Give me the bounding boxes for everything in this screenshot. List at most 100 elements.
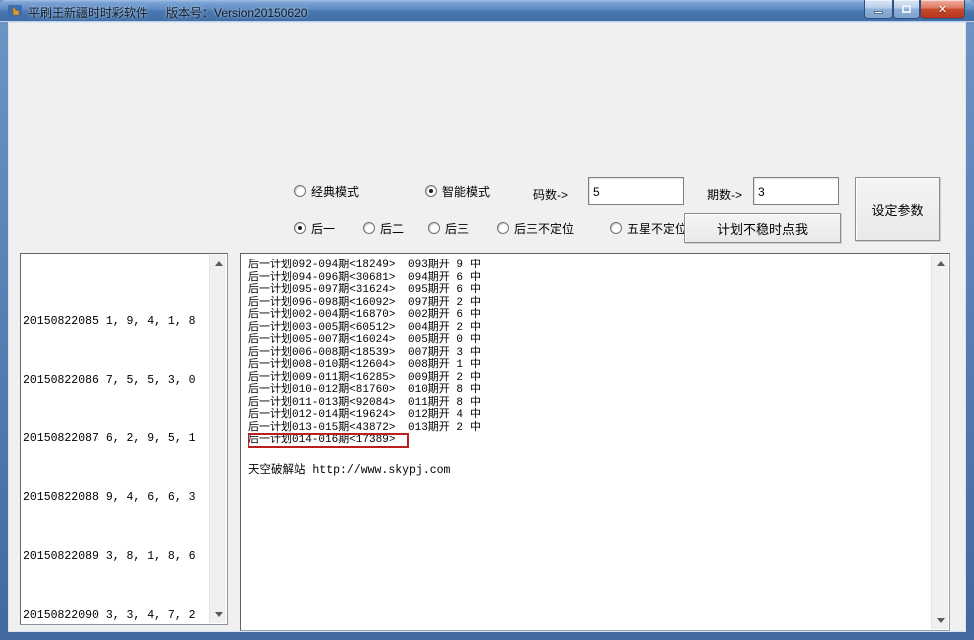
radio-button-icon[interactable] [294,222,306,234]
plan-open-cell: 005期开 0 [408,334,470,347]
plan-hit-cell: 中 [470,284,481,297]
plan-row: 后一计划094-096期<30681> 094期开 6 中 [248,272,929,285]
radio-button-icon[interactable] [294,185,306,197]
draw-history-row[interactable]: 20150822086 7, 5, 5, 3, 0 [23,374,208,389]
plan-row: 后一计划092-094期<18249> 093期开 9 中 [248,259,929,272]
plan-open-cell: 007期开 3 [408,347,470,360]
plan-range-cell: 后一计划008-010期<12604> [248,359,408,372]
plan-range-cell: 后一计划003-005期<60512> [248,322,408,335]
titlebar[interactable]: 平刷王新疆时时彩软件 版本号：Version20150620 ✕ [0,0,974,22]
plan-range-cell: 后一计划006-008期<18539> [248,347,408,360]
set-params-button[interactable]: 设定参数 [855,177,940,241]
radio-button-icon[interactable] [363,222,375,234]
play-type-radio-option[interactable]: 五星不定位 [610,221,687,235]
plan-row: 后一计划010-012期<81760> 010期开 8 中 [248,384,929,397]
plan-range-cell: 后一计划094-096期<30681> [248,272,408,285]
plan-row: 后一计划005-007期<16024> 005期开 0 中 [248,334,929,347]
plan-range-cell: 后一计划095-097期<31624> [248,284,408,297]
plan-open-cell: 008期开 1 [408,359,470,372]
play-type-radio-option[interactable]: 后一 [294,221,335,235]
scroll-down-icon[interactable] [210,606,227,623]
period-count-input[interactable] [753,177,839,205]
radio-button-icon[interactable] [425,185,437,197]
plan-row: 后一计划003-005期<60512> 004期开 2 中 [248,322,929,335]
plan-rows: 后一计划092-094期<18249> 093期开 9 中 后一计划094-09… [248,259,929,447]
code-count-input[interactable] [588,177,684,205]
plan-output-panel[interactable]: 后一计划092-094期<18249> 093期开 9 中 后一计划094-09… [240,253,950,631]
mode-radio-option[interactable]: 智能模式 [425,184,490,198]
app-window: { "window": { "title": "平刷王新疆时时彩软件", "ve… [0,0,974,640]
plan-range-cell: 后一计划096-098期<16092> [248,297,408,310]
plan-row: 后一计划011-013期<92084> 011期开 8 中 [248,397,929,410]
plan-open-cell: 093期开 9 [408,259,470,272]
app-icon [7,3,23,19]
plan-open-cell: 012期开 4 [408,409,470,422]
radio-label: 后二 [380,220,404,237]
close-icon: ✕ [938,3,947,16]
plan-range-cell: 后一计划009-011期<16285> [248,372,408,385]
plan-scrollbar[interactable] [931,255,948,629]
plan-hit-cell: 中 [470,384,481,397]
radio-button-icon[interactable] [497,222,509,234]
app-title: 平刷王新疆时时彩软件 [28,6,148,20]
close-button[interactable]: ✕ [920,0,965,19]
plan-open-cell: 013期开 2 [408,422,470,435]
plan-row: 后一计划008-010期<12604> 008期开 1 中 [248,359,929,372]
play-type-radio-option[interactable]: 后三不定位 [497,221,574,235]
minimize-button[interactable] [864,0,893,19]
plan-open-cell: 004期开 2 [408,322,470,335]
scroll-up-icon[interactable] [932,255,949,272]
draw-history-row[interactable]: 20150822085 1, 9, 4, 1, 8 [23,315,208,330]
radio-label: 后三 [445,220,469,237]
plan-hit-cell: 中 [470,259,481,272]
plan-hit-cell: 中 [470,397,481,410]
plan-hit-cell: 中 [470,359,481,372]
draw-history-row[interactable]: 20150822090 3, 3, 4, 7, 2 [23,609,208,622]
plan-row: 后一计划006-008期<18539> 007期开 3 中 [248,347,929,360]
plan-range-cell: 后一计划005-007期<16024> [248,334,408,347]
code-count-label: 码数-> [533,186,568,203]
radio-label: 经典模式 [311,183,359,200]
version-label: 版本号：Version20150620 [166,6,307,20]
play-type-radio-option[interactable]: 后二 [363,221,404,235]
plan-unstable-button[interactable]: 计划不稳时点我 [684,213,841,243]
plan-range-cell: 后一计划002-004期<16870> [248,309,408,322]
radio-button-icon[interactable] [428,222,440,234]
radio-button-icon[interactable] [610,222,622,234]
plan-range-cell: 后一计划012-014期<19624> [248,409,408,422]
history-scrollbar[interactable] [209,255,226,623]
plan-range-cell: 后一计划011-013期<92084> [248,397,408,410]
maximize-button[interactable] [893,0,920,19]
radio-label: 后三不定位 [514,220,574,237]
draw-history-listbox[interactable]: 20150822085 1, 9, 4, 1, 8 20150822086 7,… [20,253,228,625]
plan-output-content: 后一计划092-094期<18249> 093期开 9 中 后一计划094-09… [248,259,929,626]
plan-hit-cell: 中 [470,409,481,422]
plan-row: 后一计划014-016期<17389> [248,434,929,447]
plan-open-cell: 009期开 2 [408,372,470,385]
plan-row: 后一计划009-011期<16285> 009期开 2 中 [248,372,929,385]
plan-range-cell: 后一计划010-012期<81760> [248,384,408,397]
mode-radio-option[interactable]: 经典模式 [294,184,359,198]
scroll-down-icon[interactable] [932,612,949,629]
period-count-label: 期数-> [707,186,742,203]
draw-history-rows: 20150822085 1, 9, 4, 1, 8 20150822086 7,… [23,256,208,622]
plan-hit-cell: 中 [470,322,481,335]
radio-label: 五星不定位 [627,220,687,237]
minimize-icon [874,11,883,14]
plan-open-cell: 097期开 2 [408,297,470,310]
plan-range-cell: 后一计划013-015期<43872> [248,422,408,435]
draw-history-row[interactable]: 20150822088 9, 4, 6, 6, 3 [23,491,208,506]
play-type-radio-option[interactable]: 后三 [428,221,469,235]
plan-hit-cell: 中 [470,422,481,435]
plan-row: 后一计划013-015期<43872> 013期开 2 中 [248,422,929,435]
plan-row: 后一计划095-097期<31624> 095期开 6 中 [248,284,929,297]
plan-hit-cell: 中 [470,372,481,385]
draw-history-row[interactable]: 20150822089 3, 8, 1, 8, 6 [23,550,208,565]
site-note: 天空破解站 http://www.skypj.com [248,461,929,477]
window-title: 平刷王新疆时时彩软件 版本号：Version20150620 [28,4,307,21]
draw-history-row[interactable]: 20150822087 6, 2, 9, 5, 1 [23,432,208,447]
plan-hit-cell: 中 [470,347,481,360]
plan-open-cell: 095期开 6 [408,284,470,297]
scroll-up-icon[interactable] [210,255,227,272]
radio-label: 智能模式 [442,183,490,200]
